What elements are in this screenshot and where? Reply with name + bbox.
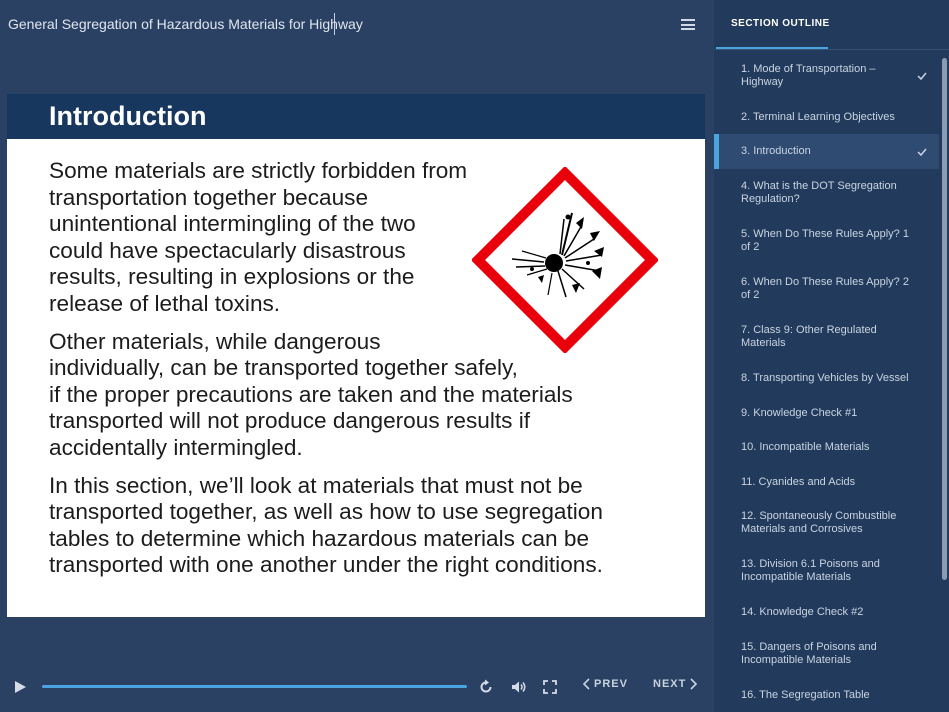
tab-active-indicator bbox=[716, 47, 828, 49]
outline-item-4[interactable]: 4. What is the DOT Segregation Regulation… bbox=[714, 169, 939, 217]
outline-item-8[interactable]: 8. Transporting Vehicles by Vessel bbox=[714, 361, 939, 396]
outline-item-label: 13. Division 6.1 Poisons and Incompatible… bbox=[741, 558, 880, 583]
player-controls: PREV NEXT bbox=[0, 668, 714, 708]
outline-item-3[interactable]: 3. Introduction bbox=[714, 134, 939, 169]
outline-item-label: 2. Terminal Learning Objectives bbox=[741, 110, 895, 123]
outline-item-13[interactable]: 13. Division 6.1 Poisons and Incompatible… bbox=[714, 547, 939, 595]
outline-item-12[interactable]: 12. Spontaneously Combustible Materials a… bbox=[714, 499, 939, 547]
play-icon[interactable] bbox=[13, 680, 27, 694]
outline-item-label: 9. Knowledge Check #1 bbox=[741, 406, 858, 419]
progress-bar[interactable] bbox=[42, 685, 467, 688]
top-bar: General Segregation of Hazardous Materia… bbox=[0, 0, 714, 50]
outline-item-label: 10. Incompatible Materials bbox=[741, 441, 870, 453]
outline-item-9[interactable]: 9. Knowledge Check #1 bbox=[714, 396, 939, 430]
outline-item-2[interactable]: 2. Terminal Learning Objectives bbox=[714, 100, 939, 134]
next-label: NEXT bbox=[653, 678, 687, 690]
section-outline-sidebar: SECTION OUTLINE 1. Mode of Transportatio… bbox=[714, 0, 949, 712]
outline-item-14[interactable]: 14. Knowledge Check #2 bbox=[714, 595, 939, 630]
replay-icon[interactable] bbox=[478, 679, 494, 695]
outline-item-label: 14. Knowledge Check #2 bbox=[741, 606, 864, 618]
outline-item-label: 6. When Do These Rules Apply? 2 of 2 bbox=[741, 276, 909, 301]
paragraph-3: In this section, we’ll look at materials… bbox=[49, 472, 603, 578]
title-divider bbox=[334, 13, 335, 35]
outline-item-10[interactable]: 10. Incompatible Materials bbox=[714, 430, 939, 465]
course-title: General Segregation of Hazardous Materia… bbox=[8, 16, 363, 32]
chevron-right-icon bbox=[690, 678, 698, 690]
outline-item-label: 15. Dangers of Poisons and Incompatible M… bbox=[741, 641, 877, 666]
checkmark-icon bbox=[917, 72, 927, 81]
outline-item-label: 7. Class 9: Other Regulated Materials bbox=[741, 324, 877, 349]
outline-item-16[interactable]: 16. The Segregation Table bbox=[714, 678, 939, 712]
outline-item-11[interactable]: 11. Cyanides and Acids bbox=[714, 465, 939, 499]
player-main-area: General Segregation of Hazardous Materia… bbox=[0, 0, 714, 712]
volume-icon[interactable] bbox=[511, 679, 527, 695]
prev-button[interactable]: PREV bbox=[582, 678, 628, 690]
explosive-hazard-pictogram bbox=[472, 167, 658, 353]
prev-label: PREV bbox=[594, 678, 628, 690]
outline-item-6[interactable]: 6. When Do These Rules Apply? 2 of 2 bbox=[714, 265, 939, 313]
outline-item-label: 3. Introduction bbox=[741, 145, 811, 157]
outline-item-label: 11. Cyanides and Acids bbox=[741, 475, 856, 488]
outline-item-label: 16. The Segregation Table bbox=[741, 688, 870, 701]
next-button[interactable]: NEXT bbox=[653, 678, 698, 690]
outline-item-label: 8. Transporting Vehicles by Vessel bbox=[741, 372, 909, 384]
outline-item-7[interactable]: 7. Class 9: Other Regulated Materials bbox=[714, 313, 939, 361]
outline-item-15[interactable]: 15. Dangers of Poisons and Incompatible M… bbox=[714, 630, 939, 678]
outline-item-label: 1. Mode of Transportation – Highway bbox=[741, 63, 876, 88]
sidebar-scrollbar[interactable] bbox=[942, 58, 947, 580]
slide-title-bar: Introduction bbox=[7, 94, 705, 139]
outline-item-label: 5. When Do These Rules Apply? 1 of 2 bbox=[741, 228, 909, 253]
hamburger-menu-icon[interactable] bbox=[681, 19, 695, 30]
fullscreen-icon[interactable] bbox=[542, 679, 558, 695]
slide-canvas: Introduction Some materials are strictly… bbox=[7, 94, 705, 617]
outline-item-label: 12. Spontaneously Combustible Materials a… bbox=[741, 510, 897, 535]
chevron-left-icon bbox=[582, 678, 590, 690]
outline-item-label: 4. What is the DOT Segregation Regulation… bbox=[741, 180, 897, 205]
outline-list: 1. Mode of Transportation – Highway 2. Ter… bbox=[714, 52, 939, 712]
tab-section-outline[interactable]: SECTION OUTLINE bbox=[731, 18, 830, 29]
sidebar-header: SECTION OUTLINE bbox=[714, 0, 949, 50]
outline-item-1[interactable]: 1. Mode of Transportation – Highway bbox=[714, 52, 939, 100]
checkmark-icon bbox=[917, 148, 927, 156]
slide-title: Introduction bbox=[49, 101, 207, 131]
outline-item-5[interactable]: 5. When Do These Rules Apply? 1 of 2 bbox=[714, 217, 939, 265]
